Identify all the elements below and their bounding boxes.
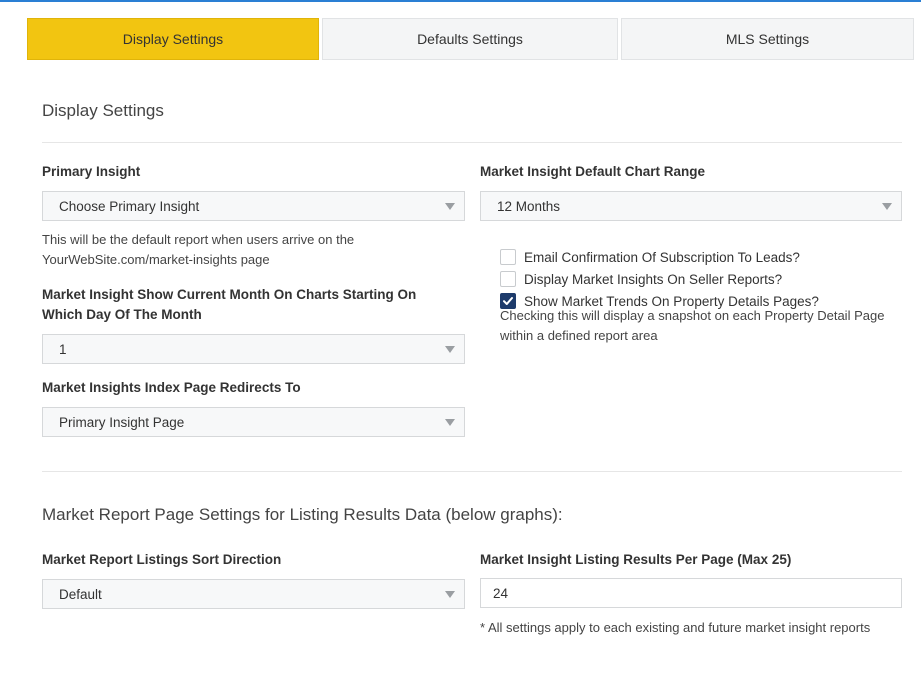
seller-reports-checkbox-row[interactable]: Display Market Insights On Seller Report… [500,269,782,289]
index-redirect-label: Market Insights Index Page Redirects To [42,380,301,395]
sort-direction-label: Market Report Listings Sort Direction [42,552,282,567]
tab-defaults-settings[interactable]: Defaults Settings [322,18,618,60]
top-accent-line [0,0,921,2]
settings-tabs: Display Settings Defaults Settings MLS S… [27,18,914,60]
tab-mls-settings[interactable]: MLS Settings [620,18,914,60]
chart-range-value: 12 Months [497,198,561,214]
index-redirect-select[interactable]: Primary Insight Page [42,407,465,437]
settings-note: * All settings apply to each existing an… [480,620,871,635]
checkbox-unchecked[interactable] [500,271,516,287]
caret-down-icon [445,419,455,426]
chart-range-label: Market Insight Default Chart Range [480,164,706,179]
caret-down-icon [882,203,892,210]
tab-display-settings[interactable]: Display Settings [27,18,319,60]
sort-direction-value: Default [59,586,102,602]
sort-direction-select[interactable]: Default [42,579,465,609]
current-month-label: Market Insight Show Current Month On Cha… [42,287,417,322]
results-per-page-label: Market Insight Listing Results Per Page … [480,552,792,567]
caret-down-icon [445,346,455,353]
section-title-market-report: Market Report Page Settings for Listing … [42,505,563,524]
checkbox-label: Email Confirmation Of Subscription To Le… [524,249,800,265]
caret-down-icon [445,591,455,598]
current-month-select[interactable]: 1 [42,334,465,364]
checkbox-label: Display Market Insights On Seller Report… [524,271,783,287]
current-month-value: 1 [59,341,67,357]
market-trends-help: Checking this will display a snapshot on… [500,308,885,343]
section-title-display: Display Settings [42,101,164,120]
primary-insight-label: Primary Insight [42,164,141,179]
checkbox-unchecked[interactable] [500,249,516,265]
primary-insight-help: This will be the default report when use… [42,232,355,267]
caret-down-icon [445,203,455,210]
results-per-page-input[interactable] [480,578,902,608]
index-redirect-value: Primary Insight Page [59,414,185,430]
primary-insight-select[interactable]: Choose Primary Insight [42,191,465,221]
primary-insight-value: Choose Primary Insight [59,198,200,214]
chart-range-select[interactable]: 12 Months [480,191,902,221]
email-confirmation-checkbox-row[interactable]: Email Confirmation Of Subscription To Le… [500,247,800,267]
divider [42,142,902,143]
divider [42,471,902,472]
